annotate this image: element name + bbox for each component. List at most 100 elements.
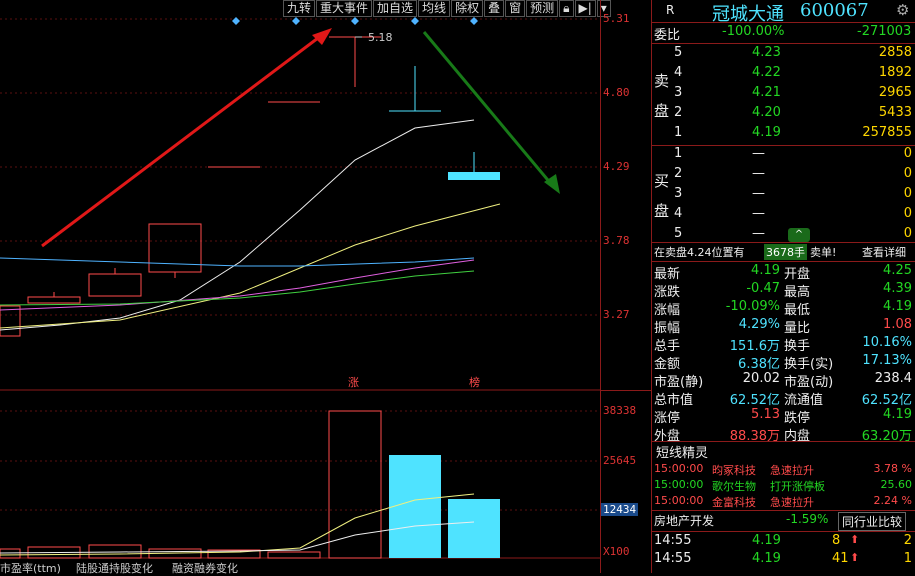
- up-arrow-icon: ⬆︎: [850, 551, 860, 564]
- arrow-right-icon[interactable]: ▶|: [574, 0, 596, 17]
- sprite-value: 25.60: [880, 478, 913, 491]
- stat-value: 62.52亿: [729, 393, 780, 408]
- sell-note-row: 在卖盘4.24位置有 3678手 卖单! 查看详细: [652, 244, 915, 262]
- gear-icon[interactable]: ⚙: [896, 1, 909, 19]
- stat-label: 量比: [784, 321, 811, 336]
- ask-price: 4.22: [752, 65, 781, 80]
- bid-row-3[interactable]: 3 — 0: [652, 186, 915, 204]
- weibi-label: 委比: [654, 28, 681, 43]
- sprite-title: 短线精灵: [656, 446, 709, 461]
- stat-label: 最高: [784, 285, 811, 300]
- ask-price: 4.23: [752, 45, 781, 60]
- stat-label: 市盈(动): [784, 375, 834, 390]
- price-axis: 5.31 4.80 4.29 3.78 3.27 38338 25645 124…: [600, 0, 651, 573]
- peak-label: 5.18: [368, 31, 393, 44]
- toolbar-overlay-button[interactable]: 叠: [484, 0, 505, 17]
- axis-tick: 4.29: [603, 160, 630, 173]
- sprite-stock: 金富科技: [712, 496, 756, 509]
- toolbar-ma-button[interactable]: 均线: [418, 0, 451, 17]
- volume-bar: [0, 548, 21, 559]
- ask-price: 4.20: [752, 105, 781, 120]
- stat-label: 换手: [784, 339, 811, 354]
- stat-value: 1.08: [883, 317, 912, 332]
- bid-volume: 0: [903, 146, 912, 161]
- ask-row-2[interactable]: 2 4.20 5433: [652, 105, 915, 123]
- sprite-stock: 昀冢科技: [712, 464, 756, 477]
- stat-label: 振幅: [654, 321, 681, 336]
- ask-row-4[interactable]: 4 4.22 1892: [652, 65, 915, 83]
- stat-value: -10.09%: [725, 299, 780, 314]
- stat-label: 换手(实): [784, 357, 834, 372]
- sprite-value: 2.24 %: [873, 494, 912, 507]
- bid-row-1[interactable]: 1 — 0: [652, 146, 915, 164]
- sell-note-qty: 3678手: [764, 244, 807, 260]
- lock-icon[interactable]: 🔒︎: [559, 0, 574, 17]
- bid-volume: 0: [903, 166, 912, 181]
- stat-row: 涨跌 -0.47 最高 4.39: [652, 281, 915, 300]
- bid-price: —: [752, 206, 765, 221]
- sprite-time: 15:00:00: [654, 462, 704, 475]
- toolbar-exright-button[interactable]: 除权: [451, 0, 484, 17]
- stat-value: 6.38亿: [738, 357, 780, 372]
- toolbar-jiuzhuan-button[interactable]: 九转: [283, 0, 316, 17]
- volume-bar: [448, 499, 500, 558]
- tab-margin-trading[interactable]: 融资融券变化: [172, 560, 238, 576]
- ask-row-3[interactable]: 3 4.21 2965: [652, 85, 915, 103]
- view-detail-link[interactable]: 查看详细: [862, 244, 906, 260]
- sector-name[interactable]: 房地产开发: [654, 512, 714, 529]
- tick-count: 2: [903, 533, 912, 548]
- toolbar-add-watchlist-button[interactable]: 加自选: [373, 0, 418, 17]
- axis-tick: X100: [603, 545, 630, 558]
- stat-value: 10.16%: [862, 335, 912, 350]
- volume-bar: [389, 455, 441, 558]
- sector-pct: -1.59%: [786, 512, 829, 526]
- bid-price: —: [752, 226, 765, 241]
- ask-row-5[interactable]: 5 4.23 2858: [652, 45, 915, 63]
- sector-row: 房地产开发 -1.59% 同行业比较: [652, 512, 915, 531]
- axis-tick: 4.80: [603, 86, 630, 99]
- up-arrow-icon: ⬆︎: [850, 533, 860, 546]
- tick-volume: 41: [832, 551, 849, 566]
- stat-value: 4.39: [883, 281, 912, 296]
- stat-label: 流通值: [784, 393, 824, 408]
- ask-volume: 257855: [862, 125, 912, 140]
- bid-level: 1: [674, 146, 683, 161]
- stat-label: 总市值: [654, 393, 694, 408]
- axis-tick: 3.78: [603, 234, 630, 247]
- candle: [27, 296, 81, 304]
- tab-pe-ttm[interactable]: 市盈率(ttm): [0, 560, 61, 576]
- bid-row-2[interactable]: 2 — 0: [652, 166, 915, 184]
- stat-value: 4.19: [751, 263, 780, 278]
- stat-value: 17.13%: [862, 353, 912, 368]
- candle: [448, 172, 500, 180]
- toolbar-major-events-button[interactable]: 重大事件: [316, 0, 373, 17]
- stat-value: 4.19: [883, 299, 912, 314]
- tick-price: 4.19: [752, 533, 781, 548]
- up-trend-arrow: [41, 33, 323, 248]
- sprite-stock: 歌尔生物: [712, 480, 756, 493]
- ask-level: 4: [674, 65, 683, 80]
- bid-row-4[interactable]: 4 — 0: [652, 206, 915, 224]
- stat-row: 总市值 62.52亿 流通值 62.52亿: [652, 389, 915, 408]
- weibi-diff: -271003: [857, 24, 912, 39]
- stat-row: 涨停 5.13 跌停 4.19: [652, 407, 915, 426]
- ask-level: 3: [674, 85, 683, 100]
- tab-northbound-holding[interactable]: 陆股通持股变化: [76, 560, 153, 576]
- industry-compare-button[interactable]: 同行业比较: [838, 512, 907, 531]
- kline-chart[interactable]: 5.18 涨 榜 九转 重大事件 加自选 均线 除权 叠 窗 预测 🔒︎ ▶| …: [0, 0, 612, 576]
- event-diamond-icon: [411, 17, 419, 25]
- ask-row-1[interactable]: 1 4.19 257855: [652, 125, 915, 143]
- bid-price: —: [752, 186, 765, 201]
- stat-value: 4.19: [883, 407, 912, 422]
- toolbar-window-button[interactable]: 窗: [505, 0, 526, 17]
- stat-label: 总手: [654, 339, 681, 354]
- stat-value: 4.29%: [738, 317, 780, 332]
- stat-label: 涨跌: [654, 285, 681, 300]
- tick-row: 14:55 4.19 41 ⬆︎ 1: [652, 551, 915, 569]
- bid-price: —: [752, 166, 765, 181]
- collapse-chevron-icon[interactable]: ^: [788, 228, 810, 242]
- bid-level: 2: [674, 166, 683, 181]
- event-diamond-icon: [470, 17, 478, 25]
- toolbar-forecast-button[interactable]: 预测: [526, 0, 559, 17]
- stat-label: 最新: [654, 267, 681, 282]
